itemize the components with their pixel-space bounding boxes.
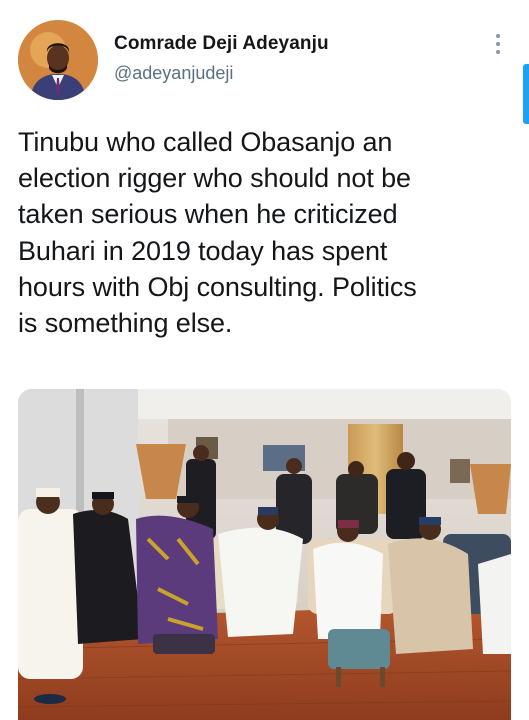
tweet-header: Comrade Deji Adeyanju @adeyanjudeji [18, 20, 513, 102]
vertical-ellipsis-icon[interactable] [489, 34, 507, 58]
display-name[interactable]: Comrade Deji Adeyanju [114, 33, 329, 55]
user-handle[interactable]: @adeyanjudeji [114, 63, 329, 84]
tweet-photo[interactable] [18, 389, 511, 720]
avatar[interactable] [18, 20, 98, 100]
author-block[interactable]: Comrade Deji Adeyanju @adeyanjudeji [114, 33, 329, 84]
scroll-indicator [523, 64, 529, 124]
photo-image [18, 389, 511, 720]
avatar-image [18, 20, 98, 100]
tweet-text: Tinubu who called Obasanjo an election r… [18, 127, 417, 339]
